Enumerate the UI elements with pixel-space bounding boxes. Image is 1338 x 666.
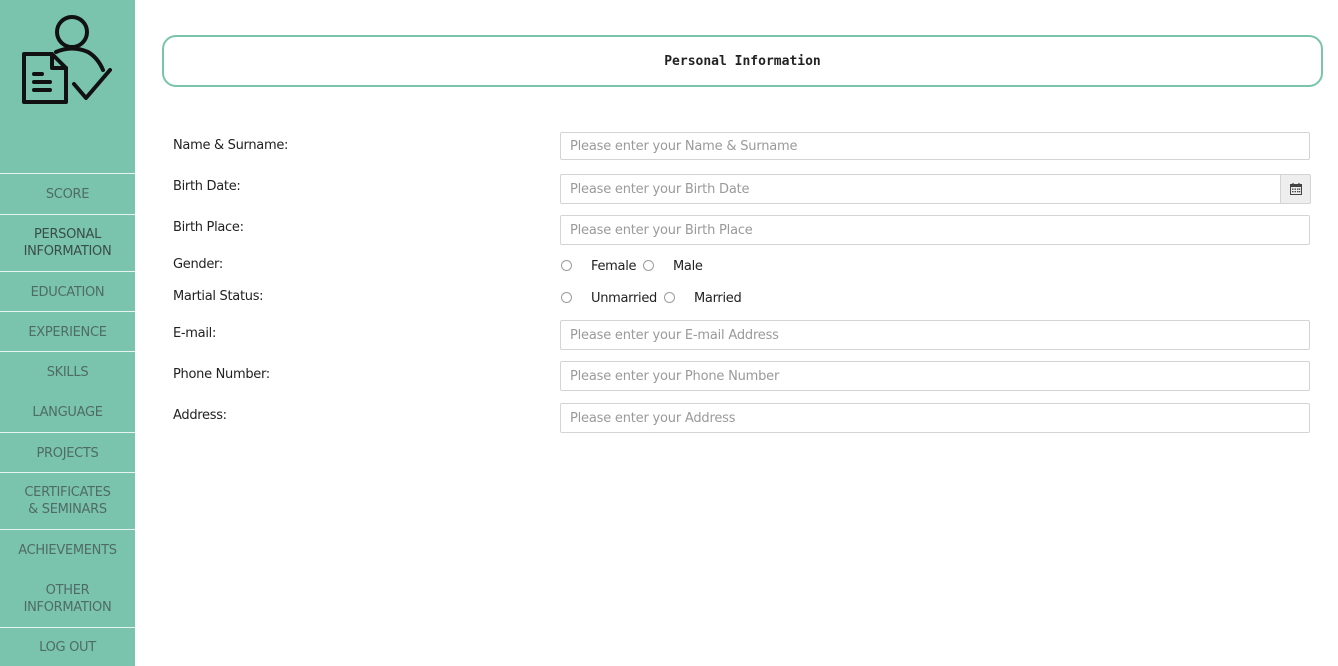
marital-unmarried-label: Unmarried bbox=[591, 291, 658, 306]
calendar-button[interactable] bbox=[1280, 174, 1311, 204]
address-label: Address: bbox=[173, 408, 227, 423]
name-label: Name & Surname: bbox=[173, 138, 289, 153]
page-title: Personal Information bbox=[664, 53, 821, 69]
nav-item-label: ACHIEVEMENTS bbox=[18, 542, 117, 558]
section-header: Personal Information bbox=[162, 35, 1323, 87]
birth-date-input[interactable] bbox=[560, 174, 1281, 204]
sidebar: SCORE PERSONAL INFORMATION EDUCATION EXP… bbox=[0, 0, 135, 666]
birth-place-input[interactable] bbox=[560, 215, 1310, 245]
nav-item-personal-information[interactable]: PERSONAL INFORMATION bbox=[0, 215, 135, 271]
cv-checklist-user-icon bbox=[22, 15, 112, 104]
marital-married-label: Married bbox=[694, 291, 742, 306]
nav-item-label: SCORE bbox=[45, 186, 90, 202]
nav-item-label: PROJECTS bbox=[36, 445, 99, 461]
nav-item-other-information[interactable]: OTHER INFORMATION bbox=[0, 571, 135, 627]
calendar-icon bbox=[1289, 183, 1302, 195]
nav-item-experience[interactable]: EXPERIENCE bbox=[0, 312, 135, 352]
email-label: E-mail: bbox=[173, 326, 217, 341]
nav-item-label: EDUCATION bbox=[30, 284, 105, 300]
phone-input[interactable] bbox=[560, 361, 1310, 391]
address-input[interactable] bbox=[560, 403, 1310, 433]
marital-unmarried-radio[interactable] bbox=[561, 292, 572, 303]
nav-item-score[interactable]: SCORE bbox=[0, 174, 135, 214]
nav-item-projects[interactable]: PROJECTS bbox=[0, 433, 135, 473]
gender-female-label: Female bbox=[591, 259, 637, 274]
nav-item-label: PERSONAL INFORMATION bbox=[23, 227, 112, 259]
marital-married-radio[interactable] bbox=[664, 292, 675, 303]
nav-item-log-out[interactable]: LOG OUT bbox=[0, 628, 135, 666]
gender-male-radio[interactable] bbox=[643, 260, 654, 271]
nav-item-education[interactable]: EDUCATION bbox=[0, 272, 135, 312]
marital-status-label: Martial Status: bbox=[173, 289, 264, 304]
nav-item-certificates-seminars[interactable]: CERTIFICATES & SEMINARS bbox=[0, 473, 135, 529]
nav-item-label: EXPERIENCE bbox=[28, 324, 107, 340]
birth-date-label: Birth Date: bbox=[173, 179, 241, 194]
birth-place-label: Birth Place: bbox=[173, 220, 244, 235]
nav-item-language[interactable]: LANGUAGE bbox=[0, 392, 135, 432]
nav-item-label: CERTIFICATES & SEMINARS bbox=[24, 485, 111, 517]
nav-item-label: LOG OUT bbox=[39, 639, 96, 655]
gender-label: Gender: bbox=[173, 257, 223, 272]
phone-label: Phone Number: bbox=[173, 367, 270, 382]
name-surname-input[interactable] bbox=[560, 132, 1310, 160]
email-input[interactable] bbox=[560, 320, 1310, 350]
nav-item-label: LANGUAGE bbox=[32, 404, 103, 420]
nav-item-skills[interactable]: SKILLS bbox=[0, 352, 135, 392]
nav-item-label: SKILLS bbox=[46, 364, 89, 380]
gender-male-label: Male bbox=[673, 259, 703, 274]
gender-female-radio[interactable] bbox=[561, 260, 572, 271]
nav-item-label: OTHER INFORMATION bbox=[23, 583, 112, 615]
nav-item-achievements[interactable]: ACHIEVEMENTS bbox=[0, 530, 135, 570]
